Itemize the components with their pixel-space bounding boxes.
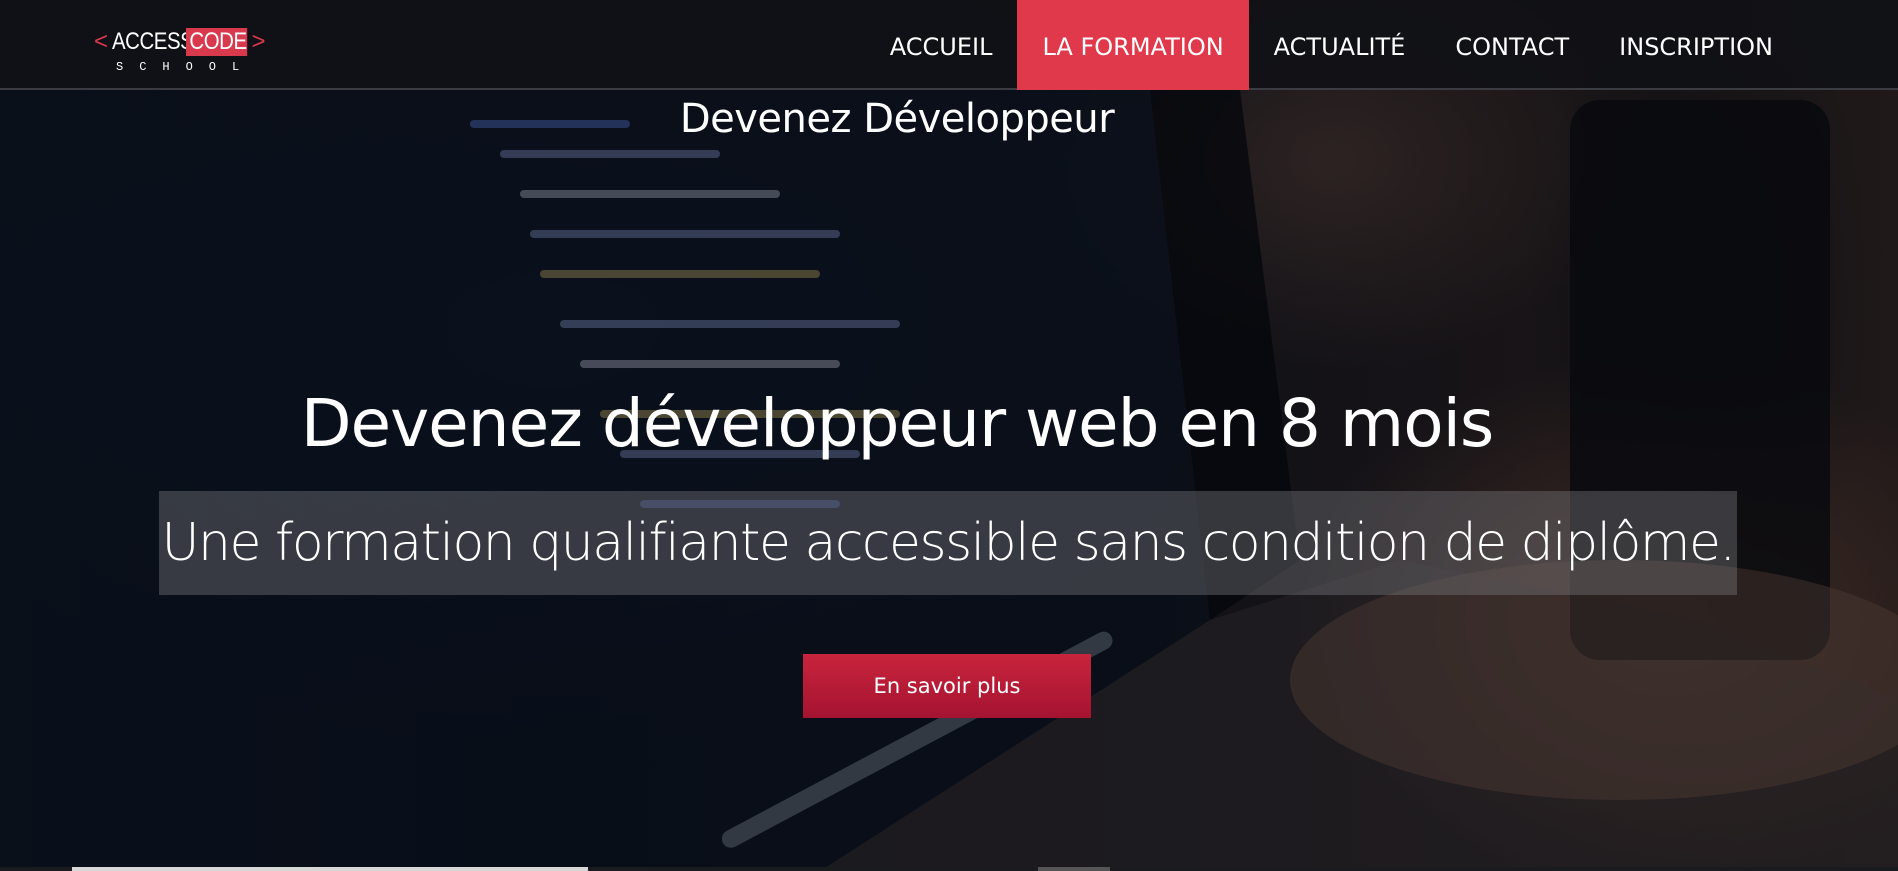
- logo-code-text: CODE: [185, 28, 247, 56]
- hero-title: Devenez développeur web en 8 mois: [0, 385, 1898, 462]
- navbar: < ACCESS CODE > SCHOOL ACCUEIL LA FORMAT…: [0, 0, 1898, 90]
- logo-wordmark: < ACCESS CODE >: [94, 28, 274, 56]
- bottom-scroll-indicator: [0, 867, 1898, 871]
- site-logo[interactable]: < ACCESS CODE > SCHOOL: [94, 28, 274, 76]
- nav-item-actualite[interactable]: ACTUALITÉ: [1249, 0, 1431, 90]
- logo-access-text: ACCESS: [111, 28, 194, 55]
- nav-item-inscription[interactable]: INSCRIPTION: [1594, 0, 1798, 90]
- page: < ACCESS CODE > SCHOOL ACCUEIL LA FORMAT…: [0, 0, 1898, 871]
- nav-item-contact[interactable]: CONTACT: [1430, 0, 1594, 90]
- logo-school-text: SCHOOL: [116, 60, 256, 74]
- hero-top-heading-text: Devenez Développeur: [679, 96, 1115, 142]
- hero-subtitle-box: Une formation qualifiante accessible san…: [159, 491, 1737, 595]
- en-savoir-plus-button[interactable]: En savoir plus: [803, 654, 1091, 718]
- logo-right-bracket: >: [251, 28, 266, 55]
- hero-subtitle: Une formation qualifiante accessible san…: [161, 513, 1736, 573]
- nav-item-la-formation[interactable]: LA FORMATION: [1017, 0, 1249, 90]
- hero-title-text: Devenez développeur web en 8 mois: [300, 385, 1495, 462]
- bottom-scroll-indicator-mark: [1038, 867, 1110, 871]
- nav-item-accueil[interactable]: ACCUEIL: [865, 0, 1018, 90]
- bottom-scroll-indicator-fill: [72, 867, 588, 871]
- main-nav: ACCUEIL LA FORMATION ACTUALITÉ CONTACT I…: [865, 0, 1898, 90]
- hero-top-heading: Devenez Développeur: [0, 96, 1898, 142]
- logo-left-bracket: <: [94, 28, 108, 55]
